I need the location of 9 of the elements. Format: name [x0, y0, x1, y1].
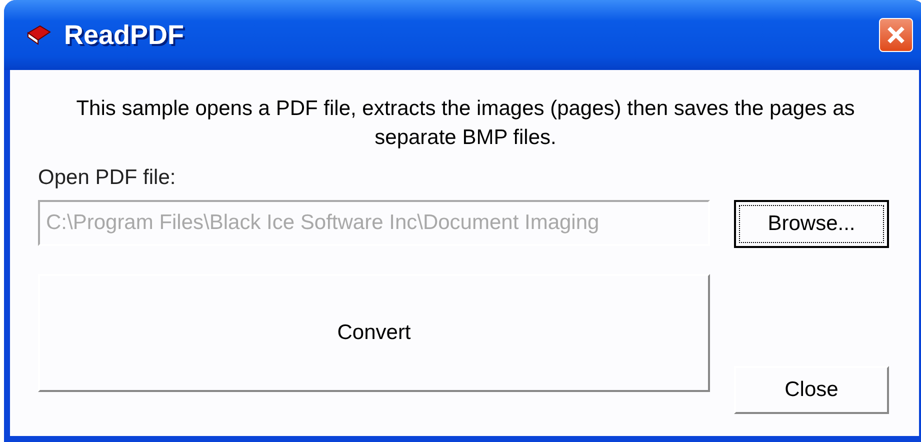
book-icon	[26, 24, 52, 46]
window-title: ReadPDF	[64, 20, 186, 50]
field-label: Open PDF file:	[38, 166, 177, 190]
description-text: This sample opens a PDF file, extracts the images (pages) then saves the pages as separate BMP files.	[75, 96, 856, 151]
browse-button[interactable]: Browse...	[734, 200, 889, 248]
convert-button[interactable]: Convert	[38, 274, 710, 392]
close-button[interactable]	[879, 18, 913, 52]
close-button[interactable]: Close	[734, 366, 889, 414]
close-icon	[885, 24, 907, 46]
